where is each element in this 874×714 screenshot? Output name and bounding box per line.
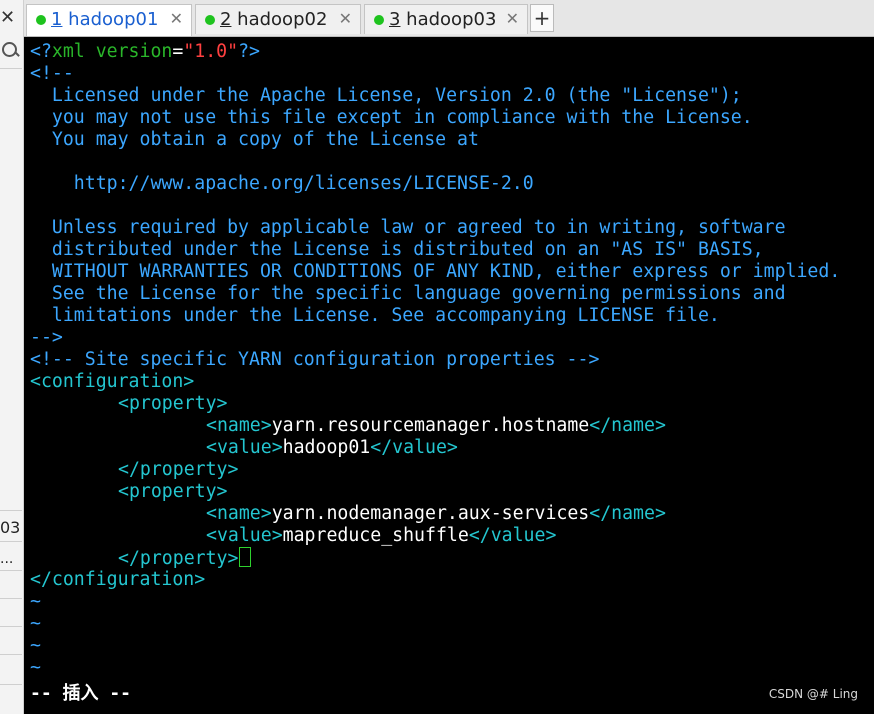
sidebar-divider xyxy=(0,626,22,627)
property-name-line: <name>yarn.resourcemanager.hostname</nam… xyxy=(206,415,666,436)
property-close-tag: </property> xyxy=(118,547,252,569)
empty-line-tilde: ~ xyxy=(30,635,41,656)
sidebar-divider xyxy=(0,68,22,69)
property-close-tag: </property> xyxy=(118,459,239,480)
property-open-tag: <property> xyxy=(118,481,228,502)
license-line: distributed under the License is distrib… xyxy=(30,239,764,260)
sidebar-divider xyxy=(0,570,22,571)
comment-close: --> xyxy=(30,327,63,348)
site-comment: <!-- Site specific YARN configuration pr… xyxy=(30,349,600,370)
status-dot-icon xyxy=(36,15,46,25)
terminal-editor[interactable]: <?xml version="1.0"?> <!-- Licensed unde… xyxy=(24,37,874,714)
license-line: See the License for the specific languag… xyxy=(30,283,786,304)
license-line: limitations under the License. See accom… xyxy=(30,305,720,326)
tab-hadoop03[interactable]: 3 hadoop03 ✕ xyxy=(364,4,528,34)
left-sidebar: ✕ 03 ... xyxy=(0,0,24,714)
tab-bar: 1 hadoop01 ✕ 2 hadoop02 ✕ 3 hadoop03 ✕ + xyxy=(24,0,874,37)
sidebar-divider xyxy=(0,541,22,542)
sidebar-more-icon[interactable]: ... xyxy=(0,551,13,567)
empty-line-tilde: ~ xyxy=(30,657,41,678)
search-icon[interactable] xyxy=(0,40,20,62)
property-open-tag: <property> xyxy=(118,393,228,414)
license-line: WITHOUT WARRANTIES OR CONDITIONS OF ANY … xyxy=(30,261,841,282)
license-line: Unless required by applicable law or agr… xyxy=(30,217,786,238)
empty-line-tilde: ~ xyxy=(30,591,41,612)
tab-close-icon[interactable]: ✕ xyxy=(506,9,519,28)
sidebar-item-number[interactable]: 03 xyxy=(0,518,20,537)
sidebar-divider xyxy=(0,654,22,655)
sidebar-divider xyxy=(0,510,22,511)
property-value-line: <value>hadoop01</value> xyxy=(206,437,458,458)
license-line: you may not use this file except in comp… xyxy=(30,107,753,128)
status-dot-icon xyxy=(374,15,384,25)
configuration-close-tag: </configuration> xyxy=(30,569,206,590)
status-dot-icon xyxy=(205,15,215,25)
vim-mode-status: -- 插入 -- xyxy=(30,683,132,704)
license-line: You may obtain a copy of the License at xyxy=(30,129,479,150)
tab-close-icon[interactable]: ✕ xyxy=(170,9,183,28)
tab-label: 1 hadoop01 xyxy=(51,9,159,30)
configuration-open-tag: <configuration> xyxy=(30,371,195,392)
property-name-line: <name>yarn.nodemanager.aux-services</nam… xyxy=(206,503,666,524)
tab-label: 2 hadoop02 xyxy=(220,9,328,30)
sidebar-divider xyxy=(0,684,22,685)
license-url: http://www.apache.org/licenses/LICENSE-2… xyxy=(30,173,534,194)
property-value-line: <value>mapreduce_shuffle</value> xyxy=(206,525,557,546)
text-cursor xyxy=(239,547,252,567)
sidebar-divider xyxy=(0,598,22,599)
tab-hadoop02[interactable]: 2 hadoop02 ✕ xyxy=(195,4,361,34)
tab-label: 3 hadoop03 xyxy=(389,9,497,30)
close-icon[interactable]: ✕ xyxy=(0,6,18,30)
license-line: Licensed under the Apache License, Versi… xyxy=(30,85,742,106)
tab-close-icon[interactable]: ✕ xyxy=(339,9,352,28)
comment-open: <!-- xyxy=(30,63,74,84)
tab-hadoop01[interactable]: 1 hadoop01 ✕ xyxy=(26,4,192,36)
watermark-text: CSDN @# Ling xyxy=(768,687,858,701)
xml-declaration: <?xml version="1.0"?> xyxy=(30,41,260,62)
add-tab-button[interactable]: + xyxy=(530,4,554,32)
empty-line-tilde: ~ xyxy=(30,613,41,634)
